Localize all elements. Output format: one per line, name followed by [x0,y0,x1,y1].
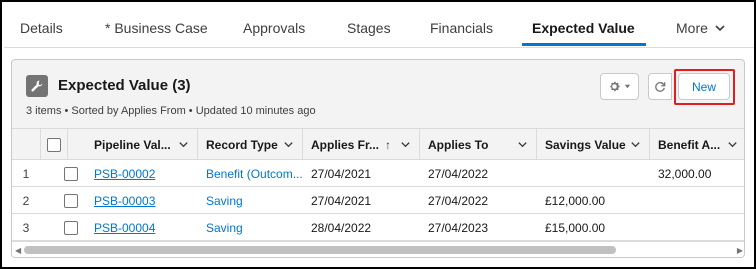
record-link[interactable]: PSB-00004 [94,221,155,235]
column-header-savings-value[interactable]: Savings Value [537,129,650,160]
related-list-card: Expected Value (3) 3 items • Sorted by A… [11,59,745,258]
cell-savings-value: £15,000.00 [545,220,606,235]
active-tab-indicator [522,43,646,46]
cell-pipeline: PSB-00003 [86,187,198,214]
cell-applies-from: 28/04/2022 [311,220,372,235]
column-header-applies-to[interactable]: Applies To [420,129,537,160]
cell-record-type: Saving [198,214,303,241]
record-link[interactable]: PSB-00002 [94,167,155,181]
tab-stages[interactable]: Stages [347,20,391,36]
scroll-left-icon[interactable]: ◀ [15,246,21,255]
select-all-header [40,129,68,160]
column-header-record-type[interactable]: Record Type [198,129,303,160]
column-label: Applies Fr... [311,137,380,152]
wrench-icon [26,75,48,97]
record-link[interactable]: PSB-00003 [94,194,155,208]
cell-applies-to: 27/04/2023 [428,220,489,235]
tab-expected-value[interactable]: Expected Value [532,20,635,36]
chevron-down-icon[interactable] [283,139,294,150]
cell-savings-value [537,160,650,187]
column-label: Benefit A... [658,137,721,152]
more-tabs-menu[interactable]: More [676,20,726,36]
chevron-down-icon[interactable] [400,139,411,150]
chevron-down-icon[interactable] [727,139,738,150]
gear-icon [610,81,620,92]
row-select [58,187,86,214]
window-frame: Details * Business Case Approvals Stages… [0,0,756,269]
row-select [58,160,86,187]
list-info: 3 items • Sorted by Applies From • Updat… [26,105,316,117]
column-label: Savings Value [545,137,626,152]
scrollbar-thumb[interactable] [24,246,616,254]
row-select [58,214,86,241]
column-header-pipeline[interactable]: Pipeline Val... [86,129,198,160]
refresh-icon [655,81,666,92]
cell-applies-to: 27/04/2022 [428,193,489,208]
table-header: Pipeline Val... Record Type Applies Fr..… [12,129,744,160]
table-row[interactable]: 3 PSB-00004 Saving 28/04/2022 27/04/2023… [12,214,744,241]
column-header-benefit-amount[interactable]: Benefit A... [650,129,744,160]
tab-details[interactable]: Details [20,20,63,36]
row-checkbox[interactable] [64,193,78,208]
chevron-down-icon[interactable] [630,139,641,150]
record-type-link[interactable]: Saving [206,194,243,208]
row-checkbox[interactable] [64,220,78,235]
record-type-link[interactable]: Benefit (Outcom... [206,167,303,181]
sort-ascending-icon: ↑ [385,137,392,152]
cell-savings-value: £12,000.00 [545,193,606,208]
select-all-checkbox[interactable] [47,137,61,152]
tab-bar: Details * Business Case Approvals Stages… [4,4,754,48]
list-settings-button[interactable] [600,73,639,100]
tab-approvals[interactable]: Approvals [243,20,305,36]
row-number: 1 [22,166,30,181]
cell-applies-from: 27/04/2021 [311,166,372,181]
column-label: Applies To [428,137,489,152]
horizontal-scrollbar[interactable]: ◀ ▶ [12,241,744,257]
column-header-applies-from[interactable]: Applies Fr... ↑ [303,129,420,160]
cell-applies-from: 27/04/2021 [311,193,372,208]
refresh-button[interactable] [648,73,672,100]
chevron-down-icon[interactable] [517,139,528,150]
row-number: 2 [22,193,30,208]
cell-record-type: Benefit (Outcom... [198,160,303,187]
cell-record-type: Saving [198,187,303,214]
cell-benefit-amount [650,187,744,214]
chevron-down-icon [715,25,725,32]
tab-business-case[interactable]: * Business Case [105,20,208,36]
record-type-link[interactable]: Saving [206,221,243,235]
cell-benefit-amount [650,214,744,241]
row-number: 3 [22,220,30,235]
cell-pipeline: PSB-00002 [86,160,198,187]
cell-applies-to: 27/04/2022 [428,166,489,181]
more-label: More [676,20,708,36]
table-row[interactable]: 1 PSB-00002 Benefit (Outcom... 27/04/202… [12,160,744,187]
tab-financials[interactable]: Financials [430,20,493,36]
scroll-right-icon[interactable]: ▶ [737,246,743,255]
cell-pipeline: PSB-00004 [86,214,198,241]
column-label: Record Type [206,137,278,152]
caret-down-icon [624,84,631,89]
table-row[interactable]: 2 PSB-00003 Saving 27/04/2021 27/04/2022… [12,187,744,214]
row-checkbox[interactable] [64,166,78,181]
records-table: Pipeline Val... Record Type Applies Fr..… [12,128,744,243]
cell-benefit-amount: 32,000.00 [658,166,712,181]
column-label: Pipeline Val... [94,137,171,152]
card-title[interactable]: Expected Value (3) [58,77,191,94]
new-button-highlight [674,69,735,105]
chevron-down-icon[interactable] [178,139,189,150]
